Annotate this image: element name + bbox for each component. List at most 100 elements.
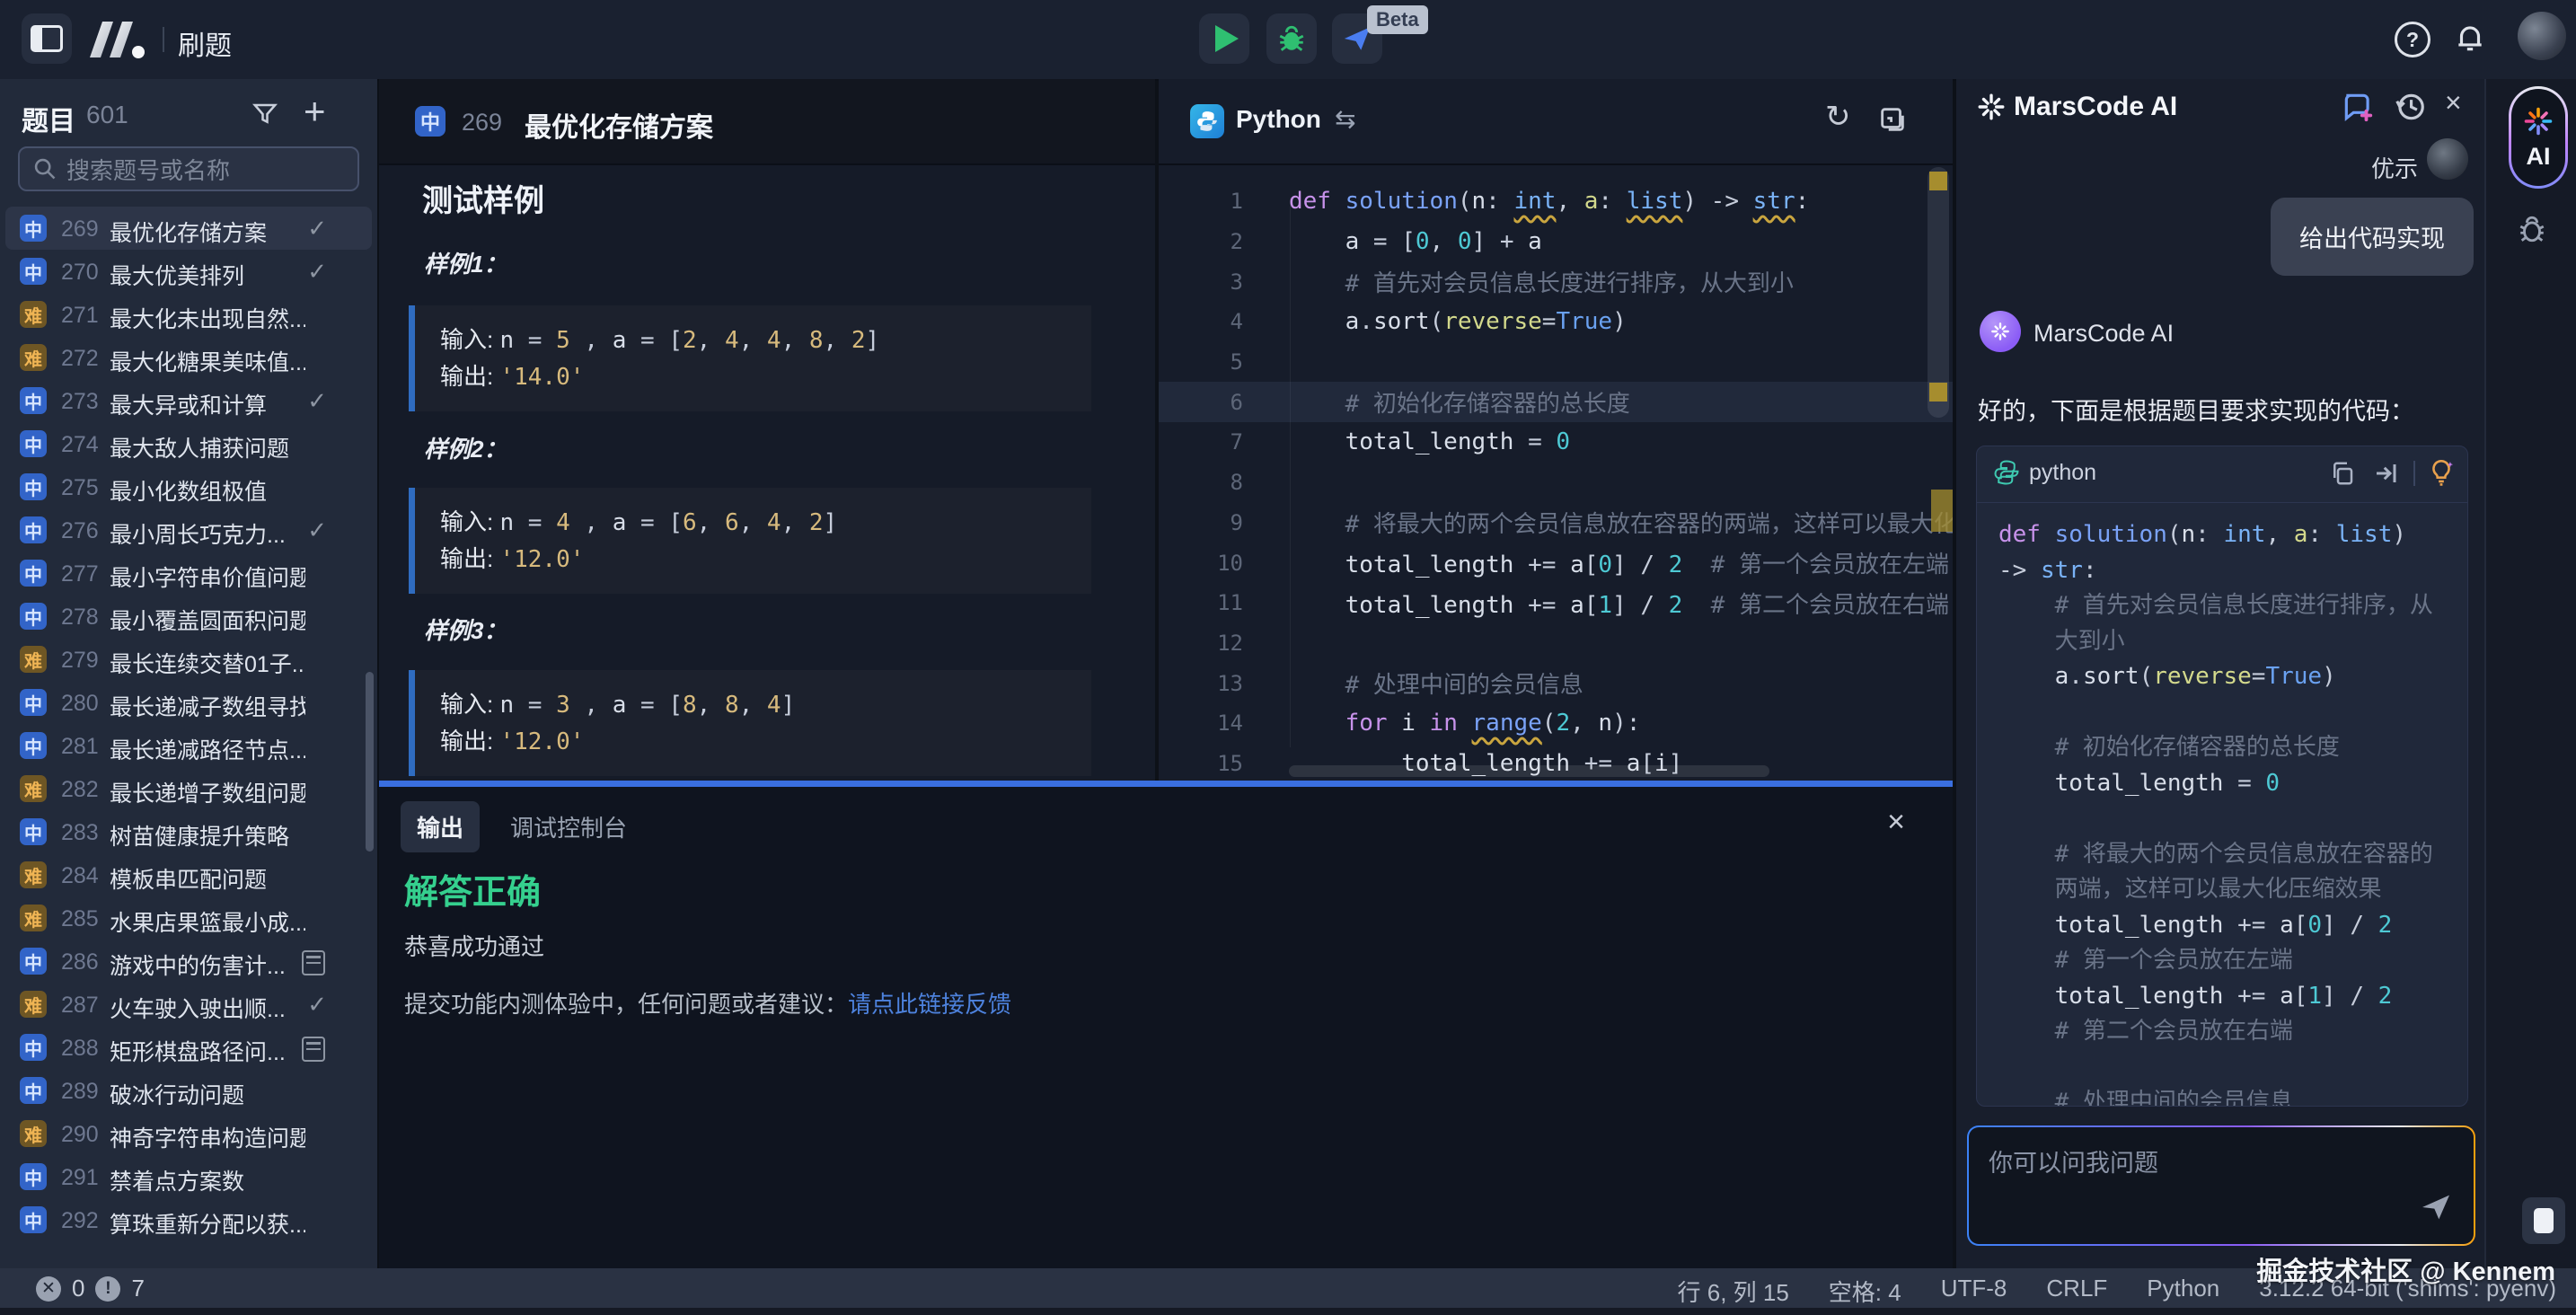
- problem-list-item[interactable]: 中274最大敌人捕获问题: [5, 422, 372, 465]
- sample2-label: 样例2：: [424, 431, 507, 464]
- problem-list-item[interactable]: 中273最大异或和计算✓: [5, 379, 372, 422]
- user-message-bubble: 给出代码实现: [2271, 198, 2474, 276]
- problem-number: 291: [61, 1165, 99, 1191]
- history-button[interactable]: [2393, 90, 2427, 128]
- sidebar-toggle-button[interactable]: [22, 13, 72, 64]
- search-input[interactable]: 搜索题号或名称: [18, 146, 359, 191]
- language-mode[interactable]: Python: [2147, 1275, 2219, 1308]
- editor-language-tab[interactable]: Python: [1236, 105, 1321, 134]
- eol-setting[interactable]: CRLF: [2046, 1275, 2107, 1308]
- encoding[interactable]: UTF-8: [1941, 1275, 2007, 1308]
- ai-activity-item[interactable]: AI: [2509, 86, 2568, 189]
- problem-name: 游戏中的伤害计...: [110, 949, 286, 981]
- bug-outline-icon: [2517, 214, 2547, 244]
- indent-setting[interactable]: 空格: 4: [1829, 1275, 1901, 1308]
- add-problem-button[interactable]: +: [304, 90, 326, 133]
- editor-line[interactable]: 1def solution(n: int, a: list) -> str:: [1159, 181, 1953, 222]
- difficulty-badge: 中: [20, 689, 47, 716]
- editor-line[interactable]: 5: [1159, 342, 1953, 383]
- problem-list-scrollbar[interactable]: [366, 672, 374, 852]
- problem-list-item[interactable]: 中277最小字符串价值问题: [5, 552, 372, 595]
- feedback-link[interactable]: 请点此链接反馈: [848, 991, 1011, 1018]
- ai-code-line: [1998, 1050, 2464, 1086]
- problem-list-item[interactable]: 难290神奇字符串构造问题: [5, 1112, 372, 1155]
- language-switch-icon[interactable]: ⇆: [1335, 104, 1355, 134]
- notifications-button[interactable]: [2453, 20, 2487, 60]
- send-message-button[interactable]: [2418, 1189, 2454, 1230]
- problem-list-item[interactable]: 中280最长递减子数组寻找: [5, 681, 372, 724]
- close-ai-panel-icon[interactable]: ×: [2445, 86, 2462, 119]
- new-chat-button[interactable]: [2341, 90, 2375, 128]
- editor-vertical-scrollbar[interactable]: [1928, 167, 1949, 418]
- problem-list-item[interactable]: 难272最大化糖果美味值...: [5, 336, 372, 379]
- editor-line[interactable]: 11 total_length += a[1] / 2 # 第二个会员放在右端: [1159, 583, 1953, 623]
- problem-list-item[interactable]: 中276最小周长巧克力...✓: [5, 508, 372, 552]
- divider: [2413, 461, 2415, 486]
- result-subtitle: 恭喜成功通过: [404, 929, 544, 962]
- play-icon: [1215, 25, 1239, 52]
- line-code: a = [0, 0] + a: [1289, 228, 1542, 255]
- editor-line[interactable]: 4 a.sort(reverse=True): [1159, 302, 1953, 342]
- problem-list-item[interactable]: 中270最大优美排列✓: [5, 250, 372, 293]
- panel-splitter[interactable]: [379, 781, 1953, 787]
- problem-list-item[interactable]: 难287火车驶入驶出顺...✓: [5, 983, 372, 1026]
- editor-code[interactable]: 1def solution(n: int, a: list) -> str:2 …: [1159, 165, 1953, 781]
- ai-code-line: a.sort(reverse=True): [1998, 659, 2464, 695]
- line-number: 9: [1159, 510, 1243, 535]
- run-button[interactable]: [1199, 13, 1249, 64]
- problem-list-item[interactable]: 中275最小化数组极值: [5, 465, 372, 508]
- problem-list-item[interactable]: 中292算珠重新分配以获...: [5, 1198, 372, 1241]
- explain-code-button[interactable]: [2426, 457, 2457, 492]
- problem-list-item[interactable]: 中288矩形棋盘路径问...: [5, 1026, 372, 1069]
- editor-line[interactable]: 9 # 将最大的两个会员信息放在容器的两端，这样可以最大化压缩效果: [1159, 503, 1953, 543]
- difficulty-badge: 中: [20, 560, 47, 587]
- editor-line[interactable]: 14 for i in range(2, n):: [1159, 703, 1953, 744]
- problem-list-item[interactable]: 难284模板串匹配问题: [5, 853, 372, 896]
- editor-line[interactable]: 13 # 处理中间的会员信息: [1159, 663, 1953, 703]
- reset-code-button[interactable]: ↻: [1825, 99, 1851, 135]
- editor-current-line[interactable]: 6 # 初始化存储容器的总长度: [1159, 382, 1953, 422]
- editor-line[interactable]: 8: [1159, 463, 1953, 503]
- problem-number: 279: [61, 648, 99, 674]
- window-bottom-edge: [0, 1308, 2576, 1315]
- problem-list-item[interactable]: 中269最优化存储方案✓: [5, 207, 372, 250]
- problem-number: 292: [61, 1208, 99, 1234]
- problem-list-item[interactable]: 中289破冰行动问题: [5, 1069, 372, 1112]
- tab-debug-console[interactable]: 调试控制台: [510, 810, 627, 843]
- insert-code-button[interactable]: [2372, 460, 2399, 491]
- problem-list-item[interactable]: 难271最大化未出现自然...: [5, 293, 372, 336]
- editor-line[interactable]: 3 # 首先对会员信息长度进行排序，从大到小: [1159, 261, 1953, 302]
- cursor-position[interactable]: 行 6, 列 15: [1678, 1275, 1789, 1308]
- problem-list-item[interactable]: 难285水果店果篮最小成...: [5, 896, 372, 940]
- filter-button[interactable]: [251, 101, 278, 132]
- editor-line[interactable]: 7 total_length = 0: [1159, 422, 1953, 463]
- problem-list-item[interactable]: 中278最小覆盖圆面积问题: [5, 595, 372, 638]
- marscode-logo-icon[interactable]: [88, 20, 147, 64]
- toggle-panel-button[interactable]: [2522, 1197, 2565, 1244]
- problem-list-item[interactable]: 中283树苗健康提升策略: [5, 810, 372, 853]
- help-button[interactable]: ?: [2395, 22, 2430, 57]
- user-avatar[interactable]: [2518, 12, 2566, 60]
- debug-activity-item[interactable]: [2517, 214, 2547, 249]
- problem-list-item[interactable]: 中281最长递减路径节点...: [5, 724, 372, 767]
- editor-horizontal-scrollbar[interactable]: [1289, 765, 1769, 777]
- editor-line[interactable]: 12: [1159, 623, 1953, 664]
- marscode-sparkle-icon: [1976, 92, 2007, 127]
- ai-chat-input[interactable]: 你可以问我问题: [1969, 1127, 2474, 1244]
- problem-list-item[interactable]: 难279最长连续交替01子...: [5, 638, 372, 681]
- problem-list-item[interactable]: 中286游戏中的伤害计...: [5, 940, 372, 983]
- tab-output[interactable]: 输出: [401, 801, 480, 852]
- copy-code-button[interactable]: [2329, 460, 2356, 491]
- editor-line[interactable]: 2 a = [0, 0] + a: [1159, 222, 1953, 262]
- problem-list-item[interactable]: 中291禁着点方案数: [5, 1155, 372, 1198]
- problems-status[interactable]: ✕ 0 ! 7: [36, 1275, 145, 1302]
- editor-line[interactable]: 10 total_length += a[0] / 2 # 第一个会员放在左端: [1159, 543, 1953, 583]
- line-code: # 将最大的两个会员信息放在容器的两端，这样可以最大化压缩效果: [1289, 506, 1953, 539]
- problem-list-item[interactable]: 难282最长递增子数组问题: [5, 767, 372, 810]
- sample1-input-value: n = 5 , a = [2, 4, 4, 8, 2]: [499, 327, 879, 354]
- difficulty-badge: 中: [20, 387, 47, 414]
- solved-check-icon: ✓: [307, 215, 327, 243]
- debug-run-button[interactable]: [1266, 13, 1317, 64]
- format-code-button[interactable]: [1877, 104, 1908, 139]
- close-output-icon[interactable]: ×: [1887, 805, 1905, 840]
